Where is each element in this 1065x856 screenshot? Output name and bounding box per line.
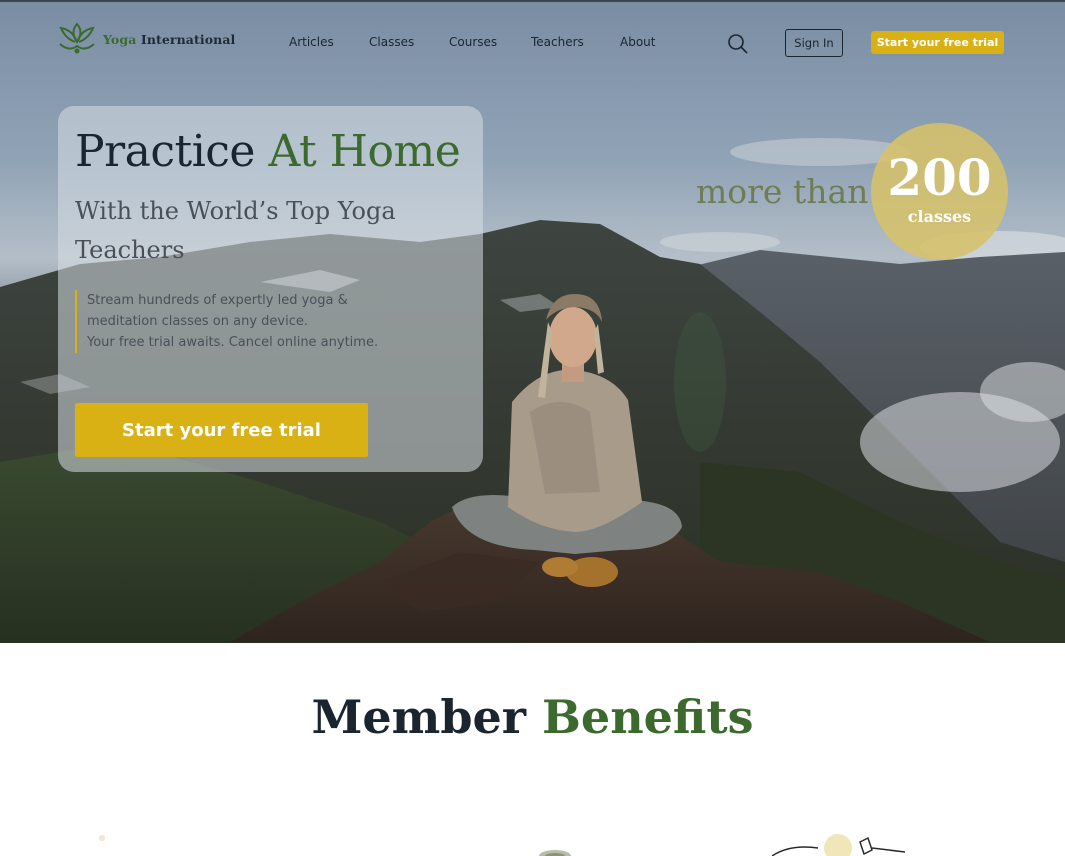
search-icon [728, 34, 748, 54]
brand-name: Yoga International [103, 31, 236, 47]
nav-link-articles[interactable]: Articles [289, 35, 334, 49]
hero-start-trial-button[interactable]: Start your free trial [75, 403, 368, 457]
lotus-icon [59, 22, 95, 54]
top-navigation-bar: Yoga International Articles Classes Cour… [0, 2, 1065, 82]
benefit-illustration-2 [539, 850, 571, 856]
nav-link-teachers[interactable]: Teachers [531, 35, 584, 49]
nav-link-classes[interactable]: Classes [369, 35, 414, 49]
benefit-illustration-3 [771, 834, 906, 856]
nav-start-trial-button[interactable]: Start your free trial [871, 31, 1004, 54]
nav-link-about[interactable]: About [620, 35, 655, 49]
hero-title: Practice At Home [75, 126, 461, 177]
class-count-badge: 200 classes [871, 123, 1008, 260]
nav-link-courses[interactable]: Courses [449, 35, 497, 49]
stats-prefix: more than [696, 172, 869, 211]
hero-description: Stream hundreds of expertly led yoga & m… [75, 290, 435, 353]
search-button[interactable] [726, 32, 750, 56]
hero-subtitle: With the World’s Top Yoga Teachers [75, 197, 396, 264]
sign-in-button[interactable]: Sign In [785, 29, 843, 57]
member-benefits-heading: Member Benefits [311, 690, 754, 744]
benefit-illustration-1 [99, 835, 105, 841]
class-count-unit: classes [907, 207, 972, 226]
class-count: 200 [887, 148, 992, 207]
hero-section: Yoga International Articles Classes Cour… [0, 0, 1065, 643]
brand-logo[interactable]: Yoga International [57, 20, 235, 58]
benefit-illustrations-row [99, 834, 906, 856]
hero-card: Practice At Home With the World’s Top Yo… [58, 106, 483, 472]
